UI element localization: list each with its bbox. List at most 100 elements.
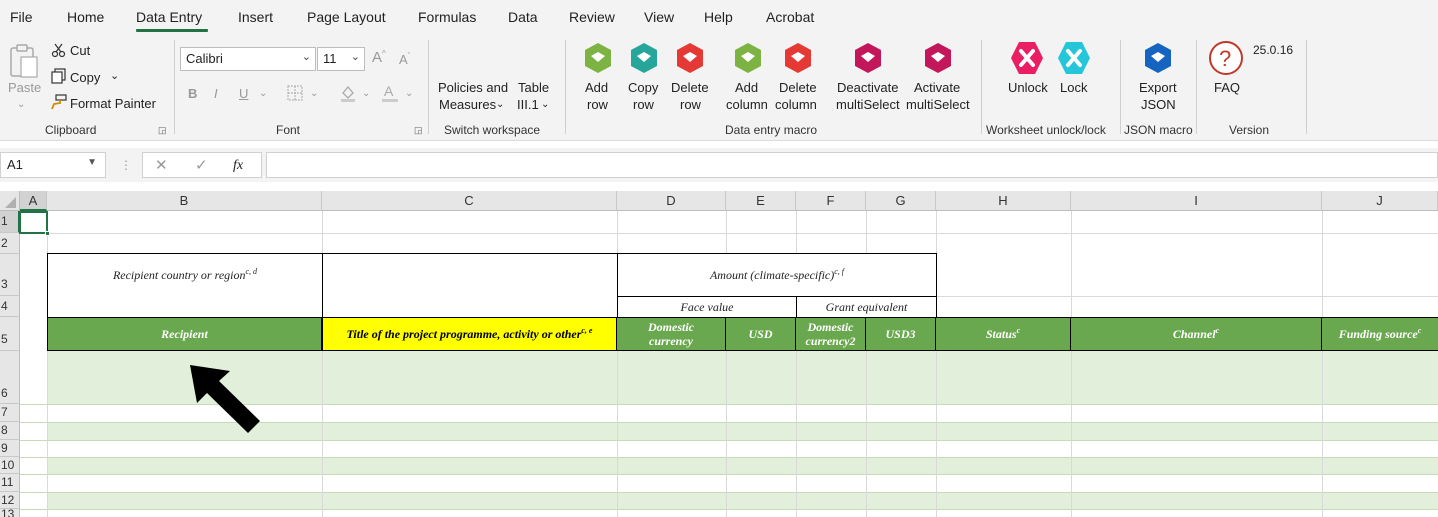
enter-check-icon[interactable]: ✓ <box>195 157 208 174</box>
row-header-10[interactable]: 10 <box>0 457 20 474</box>
font-size-select[interactable]: 11 ⌄ <box>317 47 365 71</box>
chevron-down-icon[interactable]: ▼ <box>87 157 97 168</box>
menu-data-entry[interactable]: Data Entry <box>136 9 202 25</box>
paste-dropdown-icon[interactable]: ⌄ <box>17 96 25 113</box>
menu-insert[interactable]: Insert <box>238 9 273 25</box>
data-row-10[interactable] <box>47 457 1438 474</box>
export-json-icon[interactable] <box>1143 42 1173 74</box>
add-row-icon[interactable] <box>583 42 613 74</box>
menu-data[interactable]: Data <box>508 9 538 25</box>
status-header[interactable]: Statusc <box>936 317 1071 351</box>
fill-handle[interactable] <box>45 231 50 236</box>
project-title-header[interactable]: Title of the project programme, activity… <box>322 317 617 351</box>
lock-button[interactable]: Lock <box>1060 79 1087 96</box>
row-header-13[interactable]: 13 <box>0 509 20 517</box>
data-row-12[interactable] <box>47 492 1438 509</box>
copy-dropdown-icon[interactable]: ⌄ <box>110 68 119 85</box>
usd-header[interactable]: USD <box>726 317 796 351</box>
recipient-country-header[interactable]: Recipient country or regionc, d <box>48 254 322 296</box>
font-color-icon[interactable]: A <box>381 83 399 103</box>
grow-font-button[interactable]: A^ <box>372 49 386 66</box>
copy-row-icon[interactable] <box>629 42 659 74</box>
delete-column-label[interactable]: Delete <box>779 79 817 96</box>
row-header-6[interactable]: 6 <box>0 351 20 404</box>
unlock-icon[interactable] <box>1009 40 1045 76</box>
font-name-select[interactable]: Calibri ⌄ <box>180 47 316 71</box>
column-header-e[interactable]: E <box>726 191 796 211</box>
menu-review[interactable]: Review <box>569 9 615 25</box>
cut-button[interactable]: Cut <box>70 42 90 59</box>
export-json-label-2[interactable]: JSON <box>1141 96 1176 113</box>
domestic-currency-header[interactable]: Domestic currency <box>617 317 726 351</box>
formula-input[interactable] <box>266 152 1438 178</box>
column-header-h[interactable]: H <box>936 191 1071 211</box>
activate-label-2[interactable]: multiSelect <box>906 96 970 113</box>
amount-header[interactable]: Amount (climate-specific)c, f <box>618 254 936 296</box>
shrink-font-button[interactable]: Aˇ <box>399 51 410 68</box>
export-json-label[interactable]: Export <box>1139 79 1177 96</box>
delete-row-label-2[interactable]: row <box>680 96 701 113</box>
column-header-a[interactable]: A <box>20 191 47 211</box>
deactivate-label-2[interactable]: multiSelect <box>836 96 900 113</box>
chevron-down-icon[interactable]: ⌄ <box>310 85 318 102</box>
delete-row-label[interactable]: Delete <box>671 79 709 96</box>
menu-help[interactable]: Help <box>704 9 733 25</box>
row-header-4[interactable]: 4 <box>0 296 20 317</box>
chevron-down-icon[interactable]: ⌄ <box>259 85 267 102</box>
selected-cell-a1[interactable] <box>19 211 50 236</box>
column-header-j[interactable]: J <box>1322 191 1438 211</box>
menu-page-layout[interactable]: Page Layout <box>307 9 386 25</box>
name-box[interactable]: A1 ▼ <box>0 152 106 178</box>
underline-button[interactable]: U <box>239 85 248 102</box>
font-launcher-icon[interactable]: ◲ <box>414 125 423 136</box>
menu-home[interactable]: Home <box>67 9 104 25</box>
borders-icon[interactable] <box>287 85 303 101</box>
add-row-label[interactable]: Add <box>585 79 608 96</box>
row-header-12[interactable]: 12 <box>0 492 20 509</box>
column-header-d[interactable]: D <box>617 191 726 211</box>
faq-button[interactable]: FAQ <box>1214 79 1240 96</box>
row-header-2[interactable]: 2 <box>0 233 20 254</box>
delete-column-label-2[interactable]: column <box>775 96 817 113</box>
italic-button[interactable]: I <box>214 85 218 102</box>
lock-icon[interactable] <box>1056 40 1092 76</box>
copy-row-label-2[interactable]: row <box>633 96 654 113</box>
delete-column-icon[interactable] <box>783 42 813 74</box>
activate-multiselect-icon[interactable] <box>923 42 953 74</box>
add-column-label[interactable]: Add <box>735 79 758 96</box>
bold-button[interactable]: B <box>188 85 197 102</box>
chevron-down-icon[interactable]: ⌄ <box>362 85 370 102</box>
column-header-i[interactable]: I <box>1071 191 1322 211</box>
menu-file[interactable]: File <box>10 9 33 25</box>
help-question-icon[interactable]: ? <box>1208 40 1244 76</box>
menu-view[interactable]: View <box>644 9 674 25</box>
deactivate-multiselect-icon[interactable] <box>853 42 883 74</box>
recipient-header[interactable]: Recipient <box>47 317 322 351</box>
chevron-down-icon[interactable]: ⌄ <box>405 85 413 102</box>
row-header-3[interactable]: 3 <box>0 254 20 296</box>
deactivate-label[interactable]: Deactivate <box>837 79 898 96</box>
domestic-currency2-header[interactable]: Domestic currency2 <box>796 317 866 351</box>
column-header-b[interactable]: B <box>47 191 322 211</box>
column-header-g[interactable]: G <box>866 191 936 211</box>
copy-row-label[interactable]: Copy <box>628 79 658 96</box>
paste-icon[interactable] <box>8 43 40 79</box>
row-header-7[interactable]: 7 <box>0 404 20 422</box>
more-options-icon[interactable]: ⋮ <box>120 157 132 174</box>
row-header-1[interactable]: 1 <box>0 211 20 233</box>
row-header-11[interactable]: 11 <box>0 474 20 492</box>
activate-label[interactable]: Activate <box>914 79 960 96</box>
row-header-5[interactable]: 5 <box>0 317 20 351</box>
copy-button[interactable]: Copy <box>70 69 100 86</box>
select-all-corner[interactable] <box>0 191 20 211</box>
column-header-c[interactable]: C <box>322 191 617 211</box>
insert-function-icon[interactable]: fx <box>233 157 243 174</box>
add-column-icon[interactable] <box>733 42 763 74</box>
grant-equivalent-header[interactable]: Grant equivalent <box>797 297 936 317</box>
add-row-label-2[interactable]: row <box>587 96 608 113</box>
column-header-f[interactable]: F <box>796 191 866 211</box>
menu-formulas[interactable]: Formulas <box>418 9 476 25</box>
cancel-icon[interactable]: ✕ <box>155 157 168 174</box>
format-painter-button[interactable]: Format Painter <box>70 95 156 112</box>
row-header-8[interactable]: 8 <box>0 422 20 440</box>
